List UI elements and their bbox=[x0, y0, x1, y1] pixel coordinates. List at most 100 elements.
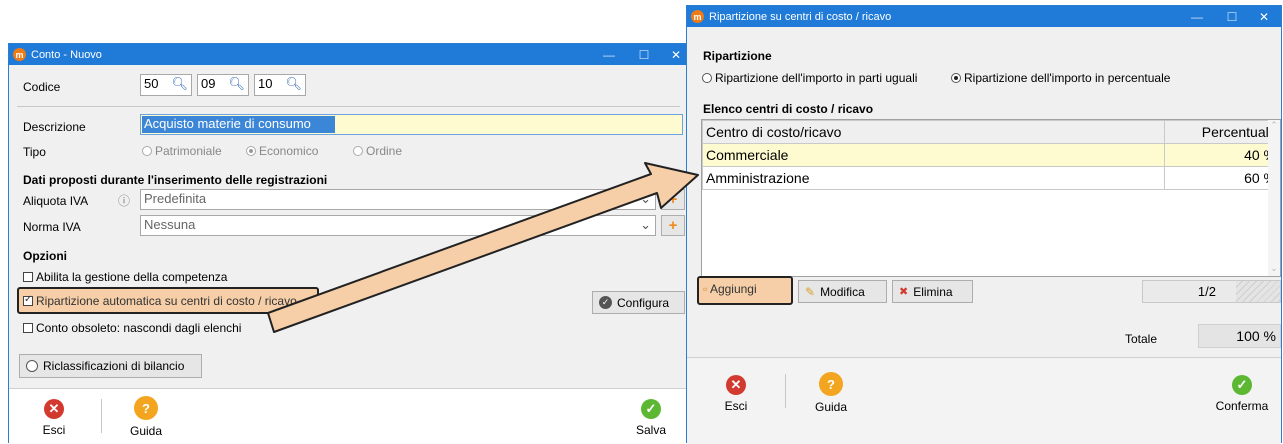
configura-label: Configura bbox=[617, 295, 670, 310]
ripartizione-label: Ripartizione automatica su centri di cos… bbox=[36, 294, 297, 308]
tipo-option-economico[interactable]: Economico bbox=[246, 144, 318, 158]
divider bbox=[101, 399, 102, 433]
check-circle-icon: ✓ bbox=[1232, 375, 1252, 395]
conferma-label: Conferma bbox=[1215, 399, 1269, 413]
modifica-label: Modifica bbox=[820, 284, 865, 299]
close-button[interactable]: ✕ bbox=[1249, 6, 1279, 27]
codice-value-1: 50 bbox=[144, 76, 159, 91]
descrizione-text: Acquisto materie di consumo bbox=[144, 116, 311, 131]
add-aliquota-button[interactable]: + bbox=[661, 189, 685, 210]
conto-nuovo-window: m Conto - Nuovo — ☐ ✕ Codice 50 🔍︎ 09 🔍︎… bbox=[8, 43, 689, 444]
centri-table: Centro di costo/ricavo Percentuale Comme… bbox=[701, 119, 1281, 277]
table-row[interactable]: Amministrazione 60 % bbox=[702, 166, 1280, 190]
dati-heading: Dati proposti durante l'inserimento dell… bbox=[23, 173, 328, 187]
norma-value: Nessuna bbox=[144, 217, 196, 232]
ripartizione-window: m Ripartizione su centri di costo / rica… bbox=[686, 5, 1282, 444]
check-circle-icon: ✓ bbox=[599, 296, 612, 309]
checkbox-icon bbox=[23, 272, 33, 282]
ripartizione-checkbox[interactable]: Ripartizione automatica su centri di cos… bbox=[23, 294, 297, 308]
check-circle-icon: ✓ bbox=[641, 399, 661, 419]
conferma-button[interactable]: ✓ Conferma bbox=[1211, 375, 1273, 413]
option-percent-label: Ripartizione dell'importo in percentuale bbox=[964, 71, 1171, 85]
opzioni-heading: Opzioni bbox=[23, 249, 67, 263]
centro-cell[interactable]: Amministrazione bbox=[702, 166, 1165, 190]
tipo-option-patrimoniale[interactable]: Patrimoniale bbox=[142, 144, 222, 158]
pager-value: 1/2 bbox=[1197, 284, 1216, 299]
help-icon: ? bbox=[819, 372, 843, 396]
competenza-checkbox[interactable]: Abilita la gestione della competenza bbox=[23, 270, 227, 284]
codice-field-3[interactable]: 10 🔍︎ bbox=[254, 74, 306, 96]
salva-button[interactable]: ✓ Salva bbox=[631, 399, 671, 437]
pager: 1/2 bbox=[1142, 280, 1281, 303]
esci-button[interactable]: ✕ Esci bbox=[716, 375, 756, 413]
riclassificazioni-label: Riclassificazioni di bilancio bbox=[43, 359, 185, 373]
radio-icon bbox=[26, 360, 38, 372]
totale-label: Totale bbox=[1125, 332, 1158, 346]
add-norma-button[interactable]: + bbox=[661, 215, 685, 236]
option-equal[interactable]: Ripartizione dell'importo in parti ugual… bbox=[702, 71, 917, 85]
aggiungi-button[interactable]: ▫ Aggiungi bbox=[703, 282, 757, 296]
divider bbox=[17, 106, 680, 107]
percentuale-cell[interactable]: 40 % bbox=[1164, 143, 1280, 167]
tipo-label: Tipo bbox=[23, 145, 46, 159]
close-circle-icon: ✕ bbox=[44, 399, 64, 419]
maximize-button[interactable]: ☐ bbox=[629, 44, 659, 65]
search-icon[interactable]: 🔍︎ bbox=[285, 76, 302, 92]
pencil-icon: ✎ bbox=[805, 284, 816, 299]
elimina-button[interactable]: ✖ Elimina bbox=[892, 280, 973, 303]
pager-hatch bbox=[1236, 281, 1280, 302]
salva-label: Salva bbox=[635, 423, 667, 437]
minimize-button[interactable]: — bbox=[594, 44, 624, 65]
guida-label: Guida bbox=[814, 400, 848, 414]
app-icon: m bbox=[13, 48, 26, 61]
percentuale-cell[interactable]: 60 % bbox=[1164, 166, 1280, 190]
minimize-button[interactable]: — bbox=[1182, 6, 1212, 27]
bottom-toolbar: ✕ Esci ? Guida ✓ Salva bbox=[9, 388, 688, 444]
add-icon: ▫ bbox=[703, 282, 708, 296]
competenza-label: Abilita la gestione della competenza bbox=[36, 270, 228, 284]
col-percentuale-header[interactable]: Percentuale bbox=[1164, 120, 1280, 144]
search-icon[interactable]: 🔍︎ bbox=[228, 76, 245, 92]
col-centro-header[interactable]: Centro di costo/ricavo bbox=[702, 120, 1165, 144]
norma-select[interactable]: Nessuna ⌄ bbox=[140, 215, 656, 236]
close-circle-icon: ✕ bbox=[726, 375, 746, 395]
aliquota-label: Aliquota IVA bbox=[23, 194, 89, 208]
codice-value-2: 09 bbox=[201, 76, 216, 91]
search-icon[interactable]: 🔍︎ bbox=[171, 76, 188, 92]
help-icon: ? bbox=[134, 396, 158, 420]
scroll-down-icon[interactable]: ⌄ bbox=[1268, 263, 1280, 274]
esci-label: Esci bbox=[724, 399, 748, 413]
aliquota-select[interactable]: Predefinita ⌄ bbox=[140, 189, 656, 210]
table-row[interactable]: Commerciale 40 % bbox=[702, 143, 1280, 167]
chevron-down-icon: ⌄ bbox=[640, 217, 651, 232]
modifica-button[interactable]: ✎ Modifica bbox=[798, 280, 887, 303]
tipo-patrimoniale-label: Patrimoniale bbox=[155, 144, 222, 158]
elimina-label: Elimina bbox=[913, 284, 953, 299]
obsoleto-checkbox[interactable]: Conto obsoleto: nascondi dagli elenchi bbox=[23, 321, 241, 335]
codice-value-3: 10 bbox=[258, 76, 273, 91]
delete-icon: ✖ bbox=[899, 286, 909, 298]
centro-cell[interactable]: Commerciale bbox=[702, 143, 1165, 167]
guida-button[interactable]: ? Guida bbox=[809, 372, 853, 414]
vertical-scrollbar[interactable]: ⌃ ⌄ bbox=[1268, 120, 1280, 276]
codice-field-1[interactable]: 50 🔍︎ bbox=[140, 74, 192, 96]
aliquota-value: Predefinita bbox=[144, 191, 207, 206]
maximize-button[interactable]: ☐ bbox=[1217, 6, 1247, 27]
checkbox-icon bbox=[23, 323, 33, 333]
configura-button[interactable]: ✓ Configura bbox=[592, 291, 685, 314]
table-header-row: Centro di costo/ricavo Percentuale bbox=[702, 120, 1280, 144]
riclassificazioni-button[interactable]: Riclassificazioni di bilancio bbox=[19, 354, 202, 378]
option-percent[interactable]: Ripartizione dell'importo in percentuale bbox=[951, 71, 1170, 85]
guida-label: Guida bbox=[129, 424, 163, 438]
scroll-up-icon[interactable]: ⌃ bbox=[1268, 120, 1280, 131]
esci-button[interactable]: ✕ Esci bbox=[34, 399, 74, 437]
radio-icon bbox=[702, 73, 712, 83]
guida-button[interactable]: ? Guida bbox=[124, 396, 168, 438]
info-icon: ⓘ bbox=[118, 194, 131, 208]
codice-field-2[interactable]: 09 🔍︎ bbox=[197, 74, 249, 96]
window-title: Ripartizione su centri di costo / ricavo bbox=[709, 10, 892, 23]
obsoleto-label: Conto obsoleto: nascondi dagli elenchi bbox=[36, 321, 242, 335]
tipo-economico-label: Economico bbox=[259, 144, 319, 158]
app-icon: m bbox=[691, 10, 704, 23]
tipo-option-ordine[interactable]: Ordine bbox=[353, 144, 402, 158]
